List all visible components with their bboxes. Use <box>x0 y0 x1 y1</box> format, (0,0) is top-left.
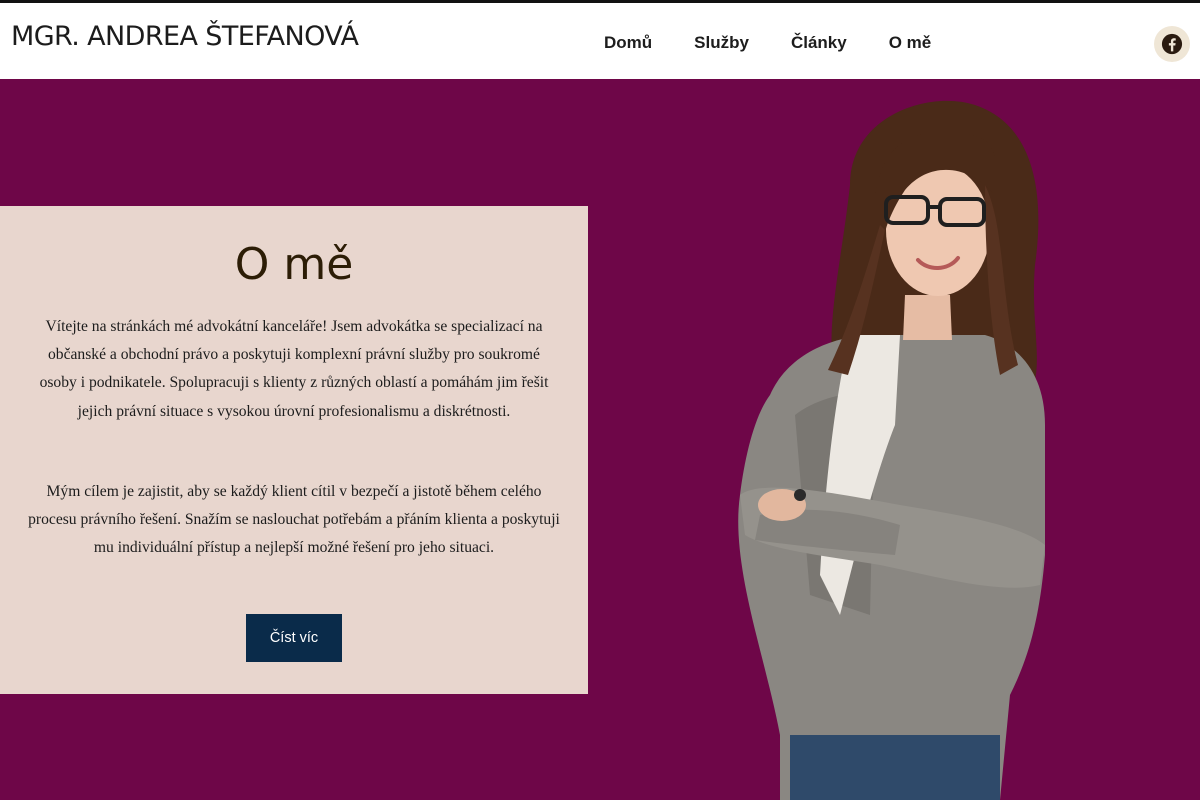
about-paragraph-2: Mým cílem je zajistit, aby se každý klie… <box>28 483 560 557</box>
read-more-button[interactable]: Číst víc <box>246 614 342 662</box>
portrait-photo <box>738 100 1045 800</box>
site-header: MGR. ANDREA ŠTEFANOVÁ Domů Služby Články… <box>0 3 1200 79</box>
about-paragraph-1: Vítejte na stránkách mé advokátní kancel… <box>39 318 549 420</box>
nav-item-services[interactable]: Služby <box>694 30 749 56</box>
about-title: O mě <box>234 239 354 290</box>
nav-item-about[interactable]: O mě <box>889 30 932 56</box>
nav-item-home[interactable]: Domů <box>604 30 652 56</box>
nav-item-articles[interactable]: Články <box>791 30 847 56</box>
main-nav: Domů Služby Články O mě <box>592 30 943 56</box>
site-logo[interactable]: MGR. ANDREA ŠTEFANOVÁ <box>11 21 359 52</box>
about-card: O mě Vítejte na stránkách mé advokátní k… <box>0 206 588 694</box>
facebook-link[interactable] <box>1154 26 1190 62</box>
facebook-icon <box>1161 33 1183 55</box>
